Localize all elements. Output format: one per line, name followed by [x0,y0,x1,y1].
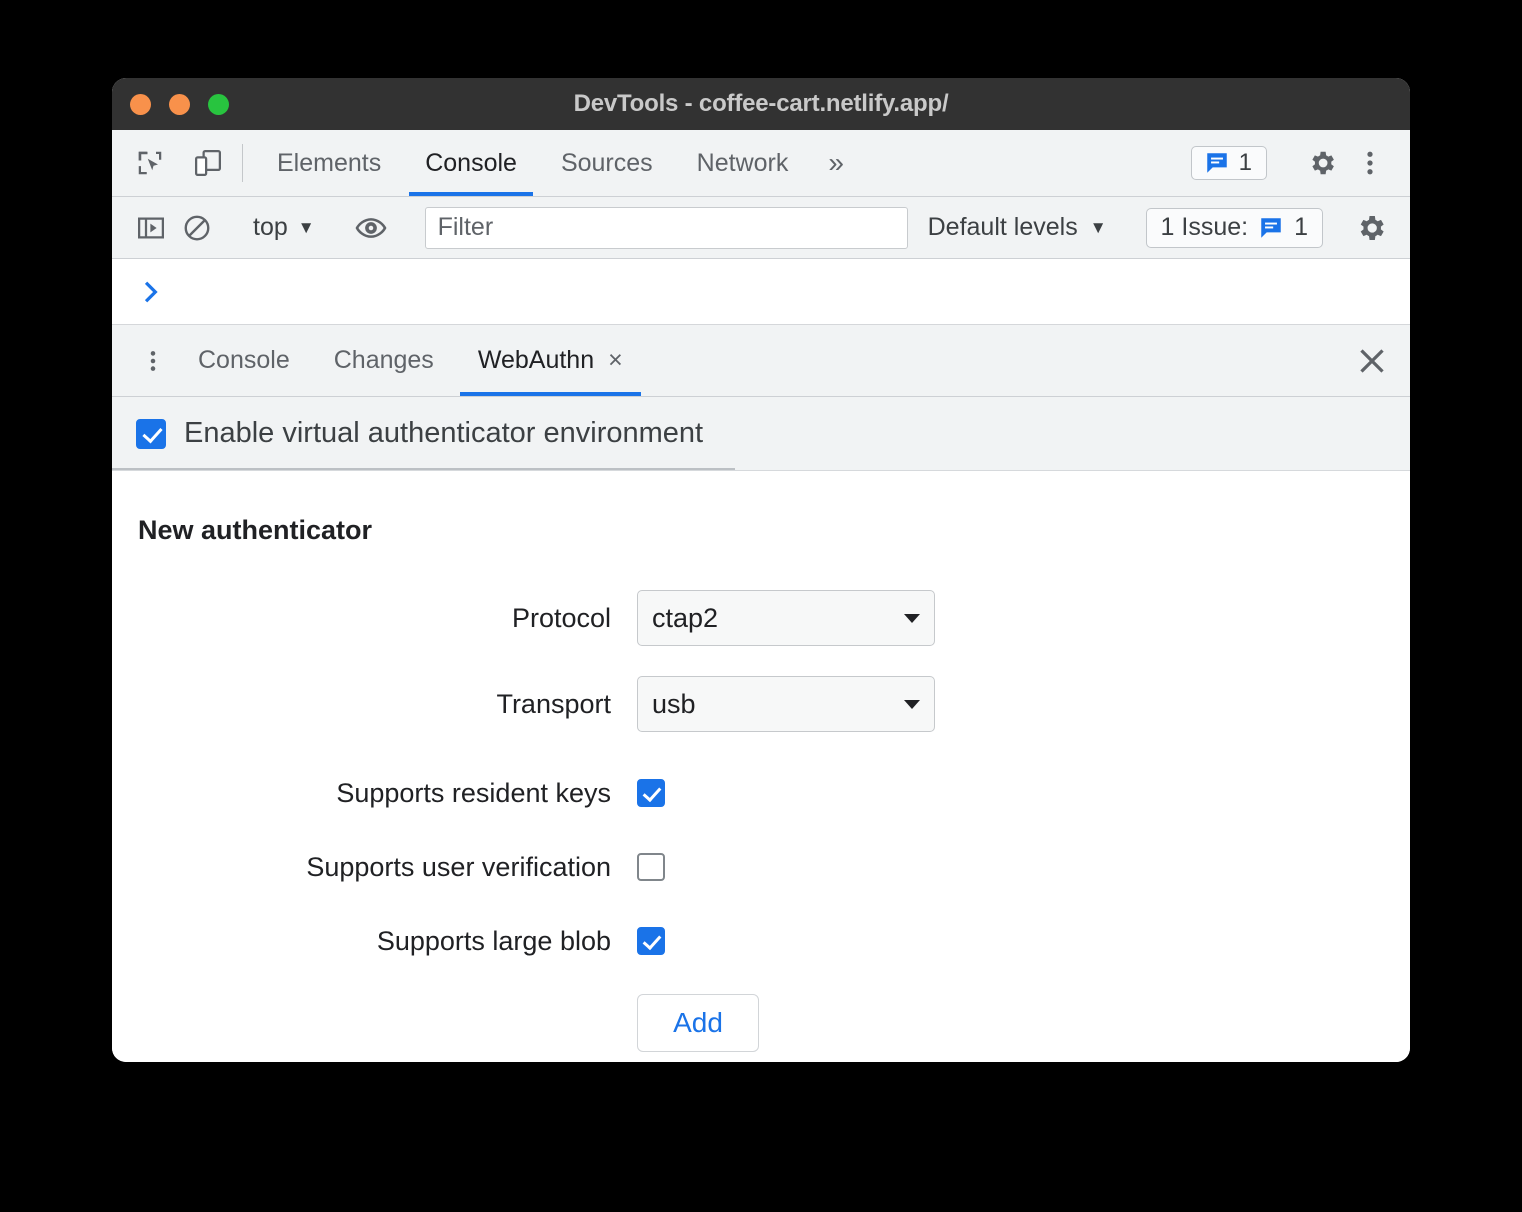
user-verification-label: Supports user verification [306,851,611,882]
chevron-down-icon: ▼ [297,218,315,237]
gear-icon[interactable] [1348,205,1394,251]
issues-message-icon [1206,153,1227,173]
gear-icon[interactable] [1300,141,1344,185]
device-toolbar-icon[interactable] [186,141,230,185]
filter-input[interactable]: Filter [424,206,908,249]
execution-context-label: top [253,213,288,241]
window-controls [130,78,229,130]
user-verification-row: Supports user verification [112,830,1410,904]
tab-sources[interactable]: Sources [539,130,675,196]
devtools-window: DevTools - coffee-cart.netlify.app/ Elem… [112,78,1410,1062]
main-toolbar-right-group: 1 [1190,130,1410,196]
drawer-tab-changes-label: Changes [333,346,434,374]
issues-message-icon [1261,217,1281,238]
transport-value: usb [652,688,696,719]
inspect-element-icon[interactable] [128,141,172,185]
console-sidebar-icon[interactable] [128,205,174,251]
drawer-tab-changes[interactable]: Changes [312,325,456,396]
console-prompt-row[interactable] [112,259,1410,325]
transport-select[interactable]: usb [637,676,935,732]
drawer-tab-bar: Console Changes WebAuthn × [112,325,1410,397]
clear-console-icon[interactable] [174,205,220,251]
close-icon[interactable]: × [608,348,623,373]
webauthn-panel: New authenticator Protocol ctap2 Transpo… [112,471,1410,1062]
enable-virtual-authenticator-label: Enable virtual authenticator environment [184,417,704,449]
minimize-window-button[interactable] [169,93,190,115]
issues-bar-button[interactable]: 1 Issue: 1 [1145,207,1323,248]
resident-keys-row: Supports resident keys [112,756,1410,830]
enable-virtual-authenticator-row[interactable]: Enable virtual authenticator environment [112,397,1410,471]
issues-bar-count: 1 [1294,213,1308,241]
chevron-down-icon: ▼ [1089,218,1107,237]
drawer-kebab-menu-icon[interactable] [130,325,176,396]
issues-bar-label: 1 Issue: [1160,213,1249,241]
toolbar-icon-group [112,130,230,196]
protocol-select[interactable]: ctap2 [637,590,935,646]
more-tabs-button[interactable]: » [810,130,862,196]
drawer-tab-console[interactable]: Console [176,325,312,396]
user-verification-checkbox[interactable] [637,853,665,881]
tab-sources-label: Sources [560,148,653,177]
add-button-row: Add [112,994,1410,1052]
tab-console-label: Console [425,148,517,177]
enable-virtual-authenticator-checkbox[interactable] [136,418,166,449]
resident-keys-label: Supports resident keys [336,777,611,808]
tab-elements[interactable]: Elements [255,130,403,196]
transport-label: Transport [496,688,611,719]
drawer-tab-webauthn-label: WebAuthn [477,346,595,374]
prompt-chevron-icon [144,281,158,302]
protocol-label: Protocol [511,602,611,633]
chevron-down-icon [904,613,920,623]
close-drawer-button[interactable] [1334,325,1410,396]
tab-console[interactable]: Console [403,130,539,196]
devtools-main-toolbar: Elements Console Sources Network » 1 [112,130,1410,197]
large-blob-row: Supports large blob [112,904,1410,978]
new-authenticator-title: New authenticator [138,515,373,545]
eye-icon[interactable] [348,205,394,251]
close-icon [1360,348,1384,373]
chevron-down-icon [904,699,920,709]
protocol-row: Protocol ctap2 [112,590,1410,646]
execution-context-selector[interactable]: top ▼ [245,213,323,242]
add-authenticator-label: Add [673,1007,723,1038]
drawer-tab-console-label: Console [198,346,290,374]
tab-network-label: Network [696,148,789,177]
row-underline [112,468,735,470]
toolbar-divider [242,144,243,182]
issues-counter-button[interactable]: 1 [1190,146,1267,180]
tab-network[interactable]: Network [675,130,811,196]
window-title: DevTools - coffee-cart.netlify.app/ [573,90,949,117]
drawer-tab-webauthn[interactable]: WebAuthn × [456,325,645,396]
transport-row: Transport usb [112,676,1410,732]
more-tabs-icon: » [828,147,844,178]
window-title-bar: DevTools - coffee-cart.netlify.app/ [112,78,1410,130]
close-window-button[interactable] [130,93,151,115]
log-levels-selector[interactable]: Default levels ▼ [914,213,1121,242]
issues-count: 1 [1238,149,1252,176]
log-levels-label: Default levels [927,213,1078,241]
maximize-window-button[interactable] [208,93,229,115]
tab-elements-label: Elements [277,148,382,177]
protocol-value: ctap2 [652,602,719,633]
large-blob-label: Supports large blob [376,925,611,956]
resident-keys-checkbox[interactable] [637,779,665,807]
filter-placeholder: Filter [437,213,494,241]
large-blob-checkbox[interactable] [637,927,665,955]
console-toolbar: top ▼ Filter Default levels ▼ 1 Issue: 1 [112,197,1410,259]
add-authenticator-button[interactable]: Add [637,994,759,1052]
kebab-menu-icon[interactable] [1348,141,1392,185]
